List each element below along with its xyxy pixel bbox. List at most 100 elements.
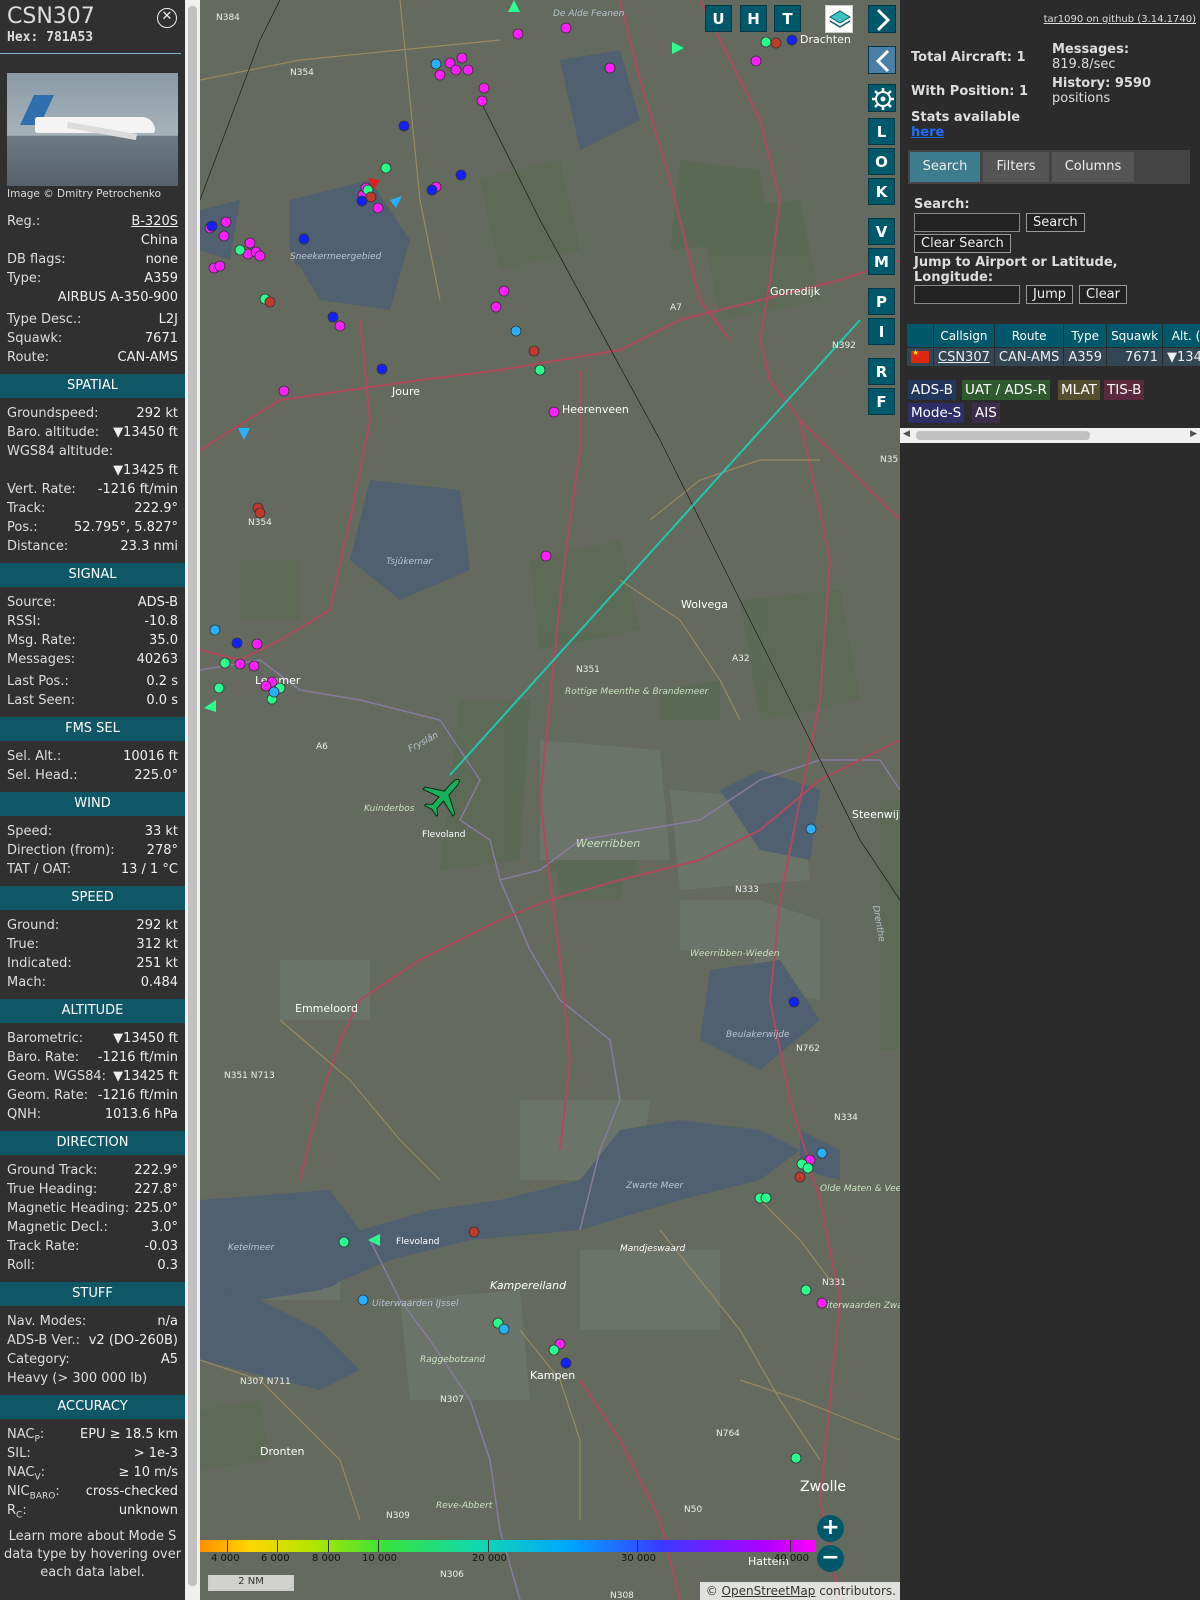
info-label[interactable]: Last Pos.: xyxy=(7,672,69,691)
info-label[interactable]: Last Seen: xyxy=(7,691,75,710)
info-label[interactable]: Category: xyxy=(7,1350,70,1369)
tab-search[interactable]: Search xyxy=(910,152,980,182)
stats-link[interactable]: here xyxy=(911,125,944,140)
info-label[interactable]: Geom. WGS84: xyxy=(7,1067,106,1086)
info-label[interactable]: Ground: xyxy=(7,916,59,935)
map-view[interactable]: Drachten Gorredijk Joure Heerenveen Wolv… xyxy=(200,0,900,1600)
info-label[interactable]: Vert. Rate: xyxy=(7,480,76,499)
info-label[interactable]: Indicated: xyxy=(7,954,72,973)
tab-columns[interactable]: Columns xyxy=(1052,152,1134,182)
info-value[interactable]: B-320S xyxy=(131,212,178,231)
tab-filters[interactable]: Filters xyxy=(983,152,1049,182)
info-label[interactable]: Source: xyxy=(7,593,56,612)
info-label[interactable]: TAT / OAT: xyxy=(7,860,71,879)
info-label[interactable]: Track Rate: xyxy=(7,1237,79,1256)
info-label[interactable]: Mach: xyxy=(7,973,46,992)
table-row[interactable]: CSN307 CAN-AMS A359 7671 ▼13450 xyxy=(906,347,1200,367)
map-button-m[interactable]: M xyxy=(868,248,895,275)
col-type[interactable]: Type xyxy=(1063,323,1108,348)
info-label[interactable]: NICBARO: xyxy=(7,1482,60,1502)
info-label[interactable]: Pos.: xyxy=(7,518,38,537)
source-badge-tis-b[interactable]: TIS-B xyxy=(1104,380,1145,400)
settings-button[interactable] xyxy=(868,84,896,112)
map-button-h[interactable]: H xyxy=(740,5,767,32)
info-label[interactable]: Route: xyxy=(7,348,49,367)
map-button-t[interactable]: T xyxy=(774,5,801,32)
info-label[interactable]: Magnetic Decl.: xyxy=(7,1218,108,1237)
scroll-left-arrow-icon[interactable]: ◀ xyxy=(903,429,910,439)
layers-button[interactable] xyxy=(825,5,853,33)
info-label[interactable]: Track: xyxy=(7,499,45,518)
source-badge-uat-ads-r[interactable]: UAT / ADS-R xyxy=(962,380,1050,400)
map-button-p[interactable]: P xyxy=(868,288,895,315)
info-label[interactable]: Messages: xyxy=(7,650,75,669)
map-button-u[interactable]: U xyxy=(705,5,732,32)
search-button[interactable]: Search xyxy=(1026,213,1085,232)
table-horizontal-scrollbar[interactable]: ◀ ▶ xyxy=(900,428,1200,443)
info-label[interactable]: NACV: xyxy=(7,1463,45,1483)
info-label[interactable]: Groundspeed: xyxy=(7,404,98,423)
clear-search-button[interactable]: Clear Search xyxy=(914,234,1011,253)
info-label[interactable]: Sel. Head.: xyxy=(7,766,78,785)
info-label[interactable]: Reg.: xyxy=(7,212,40,231)
source-badge-mode-s[interactable]: Mode-S xyxy=(908,403,965,423)
info-label[interactable]: NACP: xyxy=(7,1425,44,1445)
panel-scrollbar-thumb[interactable] xyxy=(188,6,197,1586)
col-callsign[interactable]: Callsign xyxy=(933,323,995,348)
info-label[interactable]: Magnetic Heading: xyxy=(7,1199,129,1218)
info-label[interactable]: Nav. Modes: xyxy=(7,1312,86,1331)
info-label[interactable]: True: xyxy=(7,935,39,954)
info-label[interactable]: Speed: xyxy=(7,822,52,841)
row-callsign[interactable]: CSN307 xyxy=(933,347,995,367)
expand-sidebar-button[interactable] xyxy=(868,5,896,33)
info-label[interactable]: ADS-B Ver.: xyxy=(7,1331,80,1350)
search-input[interactable] xyxy=(914,213,1020,232)
hscroll-thumb[interactable] xyxy=(916,431,1090,440)
info-label[interactable]: Baro. Rate: xyxy=(7,1048,79,1067)
clear-button[interactable]: Clear xyxy=(1079,285,1127,304)
info-label[interactable]: RSSI: xyxy=(7,612,41,631)
scroll-right-arrow-icon[interactable]: ▶ xyxy=(1190,429,1197,439)
info-label[interactable]: Ground Track: xyxy=(7,1161,97,1180)
zoom-in-button[interactable]: + xyxy=(817,1515,844,1542)
osm-link[interactable]: OpenStreetMap xyxy=(722,1584,816,1598)
zoom-out-button[interactable]: − xyxy=(817,1545,844,1572)
map-button-l[interactable]: L xyxy=(868,118,895,145)
aircraft-photo[interactable] xyxy=(7,73,178,186)
jump-button[interactable]: Jump xyxy=(1026,285,1073,304)
source-badge-ads-b[interactable]: ADS-B xyxy=(908,380,956,400)
source-badge-ais[interactable]: AIS xyxy=(972,403,1000,423)
info-label[interactable]: Squawk: xyxy=(7,329,62,348)
info-label[interactable]: Geom. Rate: xyxy=(7,1086,88,1105)
col-altitude[interactable]: Alt. (ft) xyxy=(1162,323,1200,348)
info-label[interactable]: Direction (from): xyxy=(7,841,115,860)
map-button-o[interactable]: O xyxy=(868,148,895,175)
collapse-sidebar-button[interactable] xyxy=(868,46,896,74)
info-label[interactable]: Heavy (> 300 000 lb) xyxy=(7,1369,147,1388)
col-route[interactable]: Route xyxy=(993,323,1065,348)
map-button-k[interactable]: K xyxy=(868,178,895,205)
panel-scrollbar[interactable] xyxy=(185,0,200,1600)
info-label[interactable]: Distance: xyxy=(7,537,68,556)
info-label[interactable]: DB flags: xyxy=(7,250,66,269)
map-button-f[interactable]: F xyxy=(868,388,895,415)
map-button-v[interactable]: V xyxy=(868,218,895,245)
info-label[interactable]: RC: xyxy=(7,1501,27,1521)
map-button-i[interactable]: I xyxy=(868,318,895,345)
col-squawk[interactable]: Squawk xyxy=(1106,323,1164,348)
info-label[interactable]: Barometric: xyxy=(7,1029,83,1048)
map-button-r[interactable]: R xyxy=(868,358,895,385)
info-label[interactable]: Baro. altitude: xyxy=(7,423,99,442)
jump-input[interactable] xyxy=(914,285,1020,304)
info-label[interactable]: WGS84 altitude: xyxy=(7,442,113,461)
map-canvas[interactable]: Drachten Gorredijk Joure Heerenveen Wolv… xyxy=(200,0,900,1600)
github-link[interactable]: tar1090 on github (3.14.1740) xyxy=(1044,14,1196,25)
info-label[interactable]: Msg. Rate: xyxy=(7,631,76,650)
col-flag[interactable] xyxy=(906,323,934,348)
close-icon[interactable]: ✕ xyxy=(157,8,177,28)
info-label[interactable]: Type Desc.: xyxy=(7,310,81,329)
info-label[interactable]: QNH: xyxy=(7,1105,41,1124)
info-label[interactable]: Sel. Alt.: xyxy=(7,747,61,766)
info-label[interactable]: SIL: xyxy=(7,1444,31,1463)
info-label[interactable]: True Heading: xyxy=(7,1180,97,1199)
